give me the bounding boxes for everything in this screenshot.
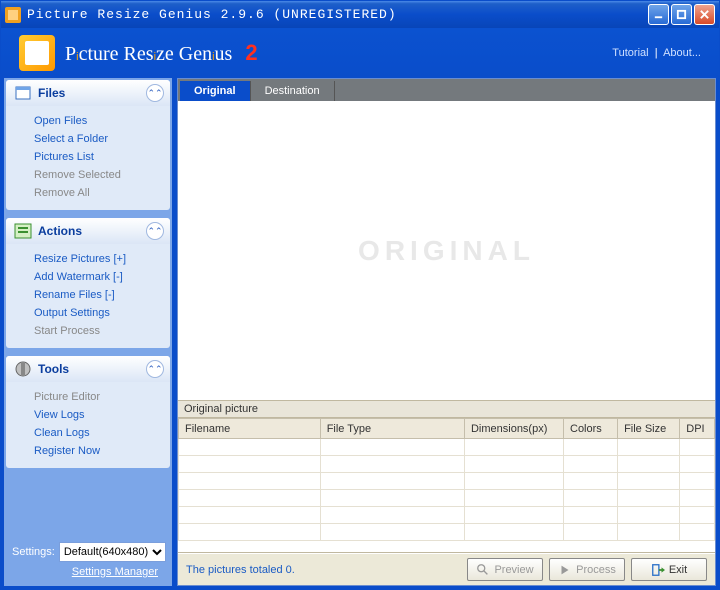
preview-pane: ORIGINAL [178,101,715,400]
sidebar-bottom: Settings: Default(640x480) Settings Mana… [6,536,170,584]
status-text: The pictures totaled 0. [186,564,461,576]
collapse-icon[interactable]: ⌃⌃ [146,84,164,102]
panel-actions: Actions⌃⌃ Resize Pictures [+]Add Watermar… [6,218,170,348]
sidebar: Files⌃⌃ Open FilesSelect a FolderPictures… [4,78,172,586]
sidebar-item-add-watermark-[interactable]: Add Watermark [-] [34,268,162,286]
column-dimensions-px-[interactable]: Dimensions(px) [464,419,563,439]
app-header: Picture Resize Genius 2 Tutorial | About… [1,28,719,78]
actions-icon [12,220,34,242]
table-row[interactable] [179,439,715,456]
grid-caption: Original picture [178,400,715,418]
table-row[interactable] [179,524,715,541]
panel-files: Files⌃⌃ Open FilesSelect a FolderPictures… [6,80,170,210]
picture-grid[interactable]: FilenameFile TypeDimensions(px)ColorsFil… [178,418,715,541]
sidebar-item-open-files[interactable]: Open Files [34,112,162,130]
exit-icon [651,563,665,577]
settings-label: Settings: [12,546,55,558]
window-title: Picture Resize Genius 2.9.6 (UNREGISTERE… [27,7,648,22]
sidebar-item-picture-editor[interactable]: Picture Editor [34,388,162,406]
preview-button[interactable]: Preview [467,558,543,581]
panel-tools: Tools⌃⌃ Picture EditorView LogsClean Logs… [6,356,170,468]
sidebar-item-register-now[interactable]: Register Now [34,442,162,460]
tabs: Original Destination [178,79,715,101]
logo-icon [19,35,55,71]
about-link[interactable]: About... [663,47,701,59]
app-window: Picture Resize Genius 2.9.6 (UNREGISTERE… [0,0,720,590]
process-button[interactable]: Process [549,558,625,581]
panel-head-files[interactable]: Files⌃⌃ [6,80,170,106]
table-row[interactable] [179,473,715,490]
column-file-type[interactable]: File Type [320,419,464,439]
column-filename[interactable]: Filename [179,419,321,439]
play-icon [558,563,572,577]
minimize-button[interactable] [648,4,669,25]
table-row[interactable] [179,490,715,507]
window-buttons [648,4,715,25]
grid-wrapper: FilenameFile TypeDimensions(px)ColorsFil… [178,418,715,553]
titlebar[interactable]: Picture Resize Genius 2.9.6 (UNREGISTERE… [1,1,719,28]
column-file-size[interactable]: File Size [618,419,680,439]
sidebar-item-output-settings[interactable]: Output Settings [34,304,162,322]
sidebar-item-clean-logs[interactable]: Clean Logs [34,424,162,442]
tab-original[interactable]: Original [180,81,251,101]
magnifier-icon [476,563,490,577]
sidebar-item-remove-selected[interactable]: Remove Selected [34,166,162,184]
tutorial-link[interactable]: Tutorial [612,47,648,59]
main-area: Original Destination ORIGINAL Original p… [177,78,716,586]
column-colors[interactable]: Colors [564,419,618,439]
panel-head-actions[interactable]: Actions⌃⌃ [6,218,170,244]
sidebar-item-select-a-folder[interactable]: Select a Folder [34,130,162,148]
close-button[interactable] [694,4,715,25]
exit-button[interactable]: Exit [631,558,707,581]
preview-watermark: ORIGINAL [358,235,535,267]
column-dpi[interactable]: DPI [680,419,715,439]
app-icon [5,7,21,23]
tools-icon [12,358,34,380]
table-row[interactable] [179,456,715,473]
status-bar: The pictures totaled 0. Preview Process … [178,553,715,585]
table-row[interactable] [179,507,715,524]
collapse-icon[interactable]: ⌃⌃ [146,222,164,240]
sidebar-item-pictures-list[interactable]: Pictures List [34,148,162,166]
files-icon [12,82,34,104]
collapse-icon[interactable]: ⌃⌃ [146,360,164,378]
tab-destination[interactable]: Destination [251,81,335,101]
logo-text: Picture Resize Genius 2 [65,40,258,66]
sidebar-item-rename-files-[interactable]: Rename Files [-] [34,286,162,304]
header-links: Tutorial | About... [612,47,701,59]
settings-manager-link[interactable]: Settings Manager [12,566,164,578]
sidebar-item-start-process[interactable]: Start Process [34,322,162,340]
sidebar-item-resize-pictures-[interactable]: Resize Pictures [+] [34,250,162,268]
panel-head-tools[interactable]: Tools⌃⌃ [6,356,170,382]
sidebar-item-view-logs[interactable]: View Logs [34,406,162,424]
app-body: Files⌃⌃ Open FilesSelect a FolderPictures… [1,78,719,589]
maximize-button[interactable] [671,4,692,25]
sidebar-item-remove-all[interactable]: Remove All [34,184,162,202]
settings-select[interactable]: Default(640x480) [59,542,166,562]
